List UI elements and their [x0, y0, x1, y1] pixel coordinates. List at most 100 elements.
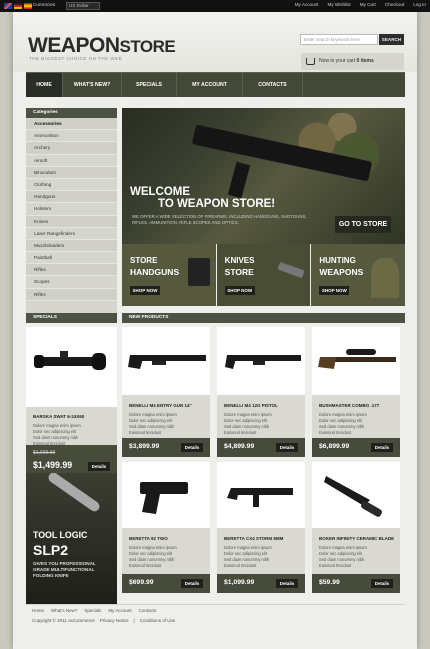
category-item[interactable]: Clothing	[26, 179, 117, 192]
footer-link-my-account[interactable]: My Account	[108, 608, 131, 613]
product-card[interactable]: BENELLI M4 12G PISTOL Dolore magna enim …	[217, 327, 305, 457]
details-button[interactable]: Details	[371, 579, 393, 588]
category-item[interactable]: Scopes	[26, 276, 117, 289]
top-bar: Currencies US Dollar My Account My Wishl…	[0, 0, 430, 12]
top-link-my-account[interactable]: My Account	[295, 2, 319, 7]
go-to-store-button[interactable]: GO TO STORE	[335, 216, 391, 233]
banner-heading: WELCOME TO WEAPON STORE!	[130, 186, 275, 210]
ad-brand: TOOL LOGIC	[33, 530, 88, 540]
promo-title: KNIVES	[224, 256, 255, 265]
currency-select[interactable]: US Dollar	[66, 1, 100, 10]
category-item[interactable]: Rifles	[26, 264, 117, 277]
product-card[interactable]: BOKER INFINITY CERAMIC BLADE Dolore magn…	[312, 462, 400, 593]
product-image[interactable]	[217, 462, 305, 528]
promo-title: STORE	[130, 256, 158, 265]
details-button[interactable]: Details	[276, 443, 298, 452]
product-price: $1,099.99	[224, 579, 255, 586]
nav-specials[interactable]: SPECIALS	[122, 73, 177, 97]
rifle-image	[318, 349, 396, 369]
cart-summary[interactable]: Now in your cart 0 items	[301, 53, 404, 70]
shop-now-button[interactable]: SHOP NOW	[224, 286, 255, 295]
search-input[interactable]: Enter search keywords here	[300, 34, 378, 45]
category-item[interactable]: Handguns	[26, 191, 117, 204]
shop-now-button[interactable]: SHOP NOW	[130, 286, 160, 295]
ad-model: SLP2	[33, 542, 69, 558]
conditions-link[interactable]: Conditions of Use	[140, 618, 176, 623]
category-item[interactable]: Airsoft	[26, 155, 117, 167]
top-link-log-in[interactable]: Log In	[413, 2, 426, 7]
flag-de-icon[interactable]	[14, 3, 22, 9]
product-image[interactable]	[312, 327, 400, 395]
details-button[interactable]: Details	[371, 443, 393, 452]
category-item[interactable]: Rifles	[26, 288, 117, 301]
footer: Home What's New? Specials My Account Con…	[26, 604, 405, 634]
top-link-my-cart[interactable]: My Cart	[360, 2, 376, 7]
banner-welcome-sub: TO WEAPON STORE!	[158, 198, 276, 210]
category-item[interactable]: Archery	[26, 142, 117, 155]
product-bullets: Dolore magna enim ipsum Dolor sec adipis…	[129, 545, 177, 569]
product-card[interactable]: BUSHMASTER COMBO .177 Dolore magna enim …	[312, 327, 400, 457]
details-button[interactable]: Details	[181, 579, 203, 588]
flag-es-icon[interactable]	[24, 3, 32, 9]
knife-image	[277, 261, 305, 279]
special-product-card[interactable]: BARSKA SWAT 6-24X60 Dolore magna enim ip…	[26, 327, 117, 483]
banner-welcome: WELCOME	[130, 186, 191, 198]
new-products-heading: NEW PRODUCTS	[122, 313, 405, 323]
product-price: $59.99	[319, 579, 340, 586]
hero-banner[interactable]: WELCOME TO WEAPON STORE! WE OFFER A WIDE…	[122, 108, 405, 244]
nav-home[interactable]: HOME	[26, 73, 63, 97]
product-price: $699.99	[129, 579, 154, 586]
category-item[interactable]: Laser Rangefinders	[26, 228, 117, 240]
product-name[interactable]: BOKER INFINITY CERAMIC BLADE	[319, 536, 394, 541]
category-item[interactable]: Paintball	[26, 252, 117, 265]
logo[interactable]: WEAPONSTORE	[28, 34, 176, 58]
product-price: $4,899.99	[224, 443, 255, 450]
top-link-my-wishlist[interactable]: My Wishlist	[327, 2, 350, 7]
handgun-image	[187, 258, 210, 286]
product-name[interactable]: BUSHMASTER COMBO .177	[319, 403, 379, 408]
category-item[interactable]: Ammunition	[26, 130, 117, 143]
category-item[interactable]: Accessories	[26, 118, 117, 131]
product-image[interactable]	[26, 327, 117, 407]
footer-link-home[interactable]: Home	[32, 608, 44, 613]
nav-whats-new[interactable]: WHAT'S NEW?	[63, 73, 122, 97]
details-button[interactable]: Details	[88, 462, 110, 471]
hunter-image	[371, 258, 400, 298]
product-card[interactable]: BENELLI M4 ENTRY GUN 14" Dolore magna en…	[122, 327, 210, 457]
search-button[interactable]: SEARCH	[379, 34, 404, 45]
category-item[interactable]: Muzzleloaders	[26, 239, 117, 253]
product-image[interactable]	[122, 327, 210, 395]
product-image[interactable]	[122, 462, 210, 528]
category-item[interactable]: Binoculars	[26, 166, 117, 179]
details-button[interactable]: Details	[181, 443, 203, 452]
product-name[interactable]: BENELLI M4 12G PISTOL	[224, 403, 278, 408]
product-name[interactable]: BARSKA SWAT 6-24X60	[33, 414, 84, 419]
category-item[interactable]: Knives	[26, 215, 117, 228]
footer-link-whats-new[interactable]: What's New?	[51, 608, 77, 613]
details-button[interactable]: Details	[276, 579, 298, 588]
product-image[interactable]	[217, 327, 305, 395]
header: WEAPONSTORE THE BIGGEST CHOICE ON THE WE…	[13, 12, 417, 72]
banner-description: WE OFFER A WIDE SELECTION OF FIREARMS, I…	[132, 214, 307, 225]
nav-contacts[interactable]: CONTACTS	[243, 73, 303, 97]
product-name[interactable]: BENELLI M4 ENTRY GUN 14"	[129, 403, 192, 408]
privacy-link[interactable]: Privacy Notice	[100, 618, 129, 623]
ad-description: GIVES YOU PROFESSIONAL GRADE MULTIFUNCTI…	[33, 561, 96, 578]
product-image[interactable]	[312, 462, 400, 528]
promo-handguns[interactable]: STORE HANDGUNS SHOP NOW	[122, 244, 216, 306]
shop-now-button[interactable]: SHOP NOW	[319, 286, 350, 295]
nav-my-account[interactable]: MY ACCOUNT	[177, 73, 243, 97]
flag-uk-icon[interactable]	[4, 3, 12, 9]
product-card[interactable]: BERETTA CX4 STORM 9MM Dolore magna enim …	[217, 462, 305, 593]
top-link-checkout[interactable]: Checkout	[385, 2, 404, 7]
footer-link-specials[interactable]: Specials	[84, 608, 101, 613]
product-name[interactable]: BERETTA CX4 STORM 9MM	[224, 536, 283, 541]
tool-logic-ad[interactable]: TOOL LOGIC SLP2 GIVES YOU PROFESSIONAL G…	[26, 473, 117, 604]
promo-hunting[interactable]: HUNTING WEAPONS SHOP NOW	[311, 244, 406, 306]
promo-knives[interactable]: KNIVES STORE SHOP NOW	[216, 244, 311, 306]
product-bullets: Dolore magna enim ipsum Dolor sec adipis…	[129, 412, 177, 436]
product-name[interactable]: BERETTA 92 TWO	[129, 536, 168, 541]
product-card[interactable]: BERETTA 92 TWO Dolore magna enim ipsum D…	[122, 462, 210, 593]
category-item[interactable]: Holsters	[26, 203, 117, 216]
footer-link-contacts[interactable]: Contacts	[139, 608, 157, 613]
